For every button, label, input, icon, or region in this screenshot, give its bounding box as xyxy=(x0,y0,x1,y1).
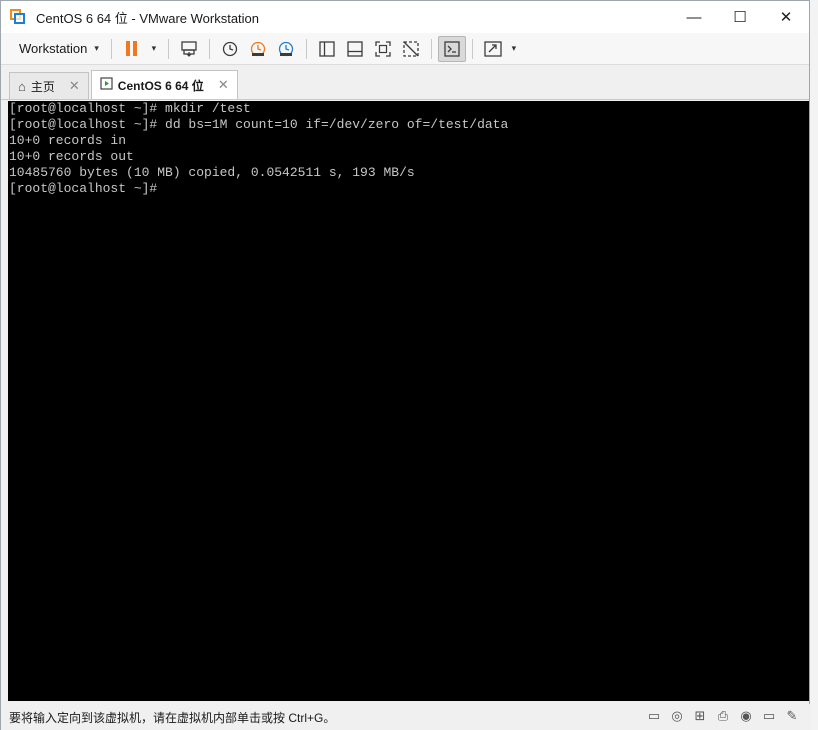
revert-clock-icon xyxy=(250,41,266,56)
console-line: [root@localhost ~]# xyxy=(9,181,158,196)
pause-button[interactable] xyxy=(118,36,146,62)
console-line: 10+0 records out xyxy=(9,149,134,164)
vm-icon xyxy=(100,77,113,93)
tab-label: 主页 xyxy=(30,79,55,94)
full-screen-button[interactable] xyxy=(369,36,397,62)
snapshot-clock-icon xyxy=(222,41,238,56)
home-icon: ⌂ xyxy=(18,78,26,94)
snapshot-manager-icon xyxy=(278,41,294,56)
console-line: 10+0 records in xyxy=(9,133,127,148)
stretch-guest-button[interactable] xyxy=(479,36,507,62)
device-status-icons: ▭ ◎ ⊞ ⎙ ◉ ▭ ✎ xyxy=(645,708,801,724)
chevron-down-icon: ▾ xyxy=(151,43,157,53)
workstation-menu-button[interactable]: Workstation ▾ xyxy=(11,36,105,62)
printer-icon[interactable]: ⎙ xyxy=(714,708,732,724)
display-icon[interactable]: ▭ xyxy=(760,708,778,724)
full-screen-icon xyxy=(375,40,391,57)
unity-icon xyxy=(403,40,419,57)
power-options-dropdown[interactable]: ▾ xyxy=(146,36,162,62)
show-library-button[interactable] xyxy=(313,36,341,62)
console-line: 10485760 bytes (10 MB) copied, 0.0542511… xyxy=(9,165,415,180)
window-title: CentOS 6 64 位 - VMware Workstation xyxy=(36,10,260,26)
toolbar-divider xyxy=(208,38,210,59)
maximize-button[interactable]: ☐ xyxy=(717,1,763,33)
network-icon[interactable]: ⊞ xyxy=(691,708,709,724)
toolbar-divider xyxy=(305,38,307,59)
desktop-background xyxy=(809,0,818,730)
toolbar-divider xyxy=(167,38,169,59)
chevron-down-icon: ▾ xyxy=(511,43,517,53)
toolbar-divider xyxy=(471,38,473,59)
minimize-button[interactable]: — xyxy=(671,1,717,33)
close-icon[interactable]: ✕ xyxy=(218,77,229,93)
sound-icon[interactable]: ◉ xyxy=(737,708,755,724)
pause-icon xyxy=(126,41,138,56)
revert-snapshot-button[interactable] xyxy=(244,36,272,62)
workstation-menu-label: Workstation xyxy=(19,41,88,56)
bottom-bar-layout-icon xyxy=(347,40,363,57)
vmware-app-icon xyxy=(10,9,26,25)
unity-button[interactable] xyxy=(397,36,425,62)
console-line: [root@localhost ~]# dd bs=1M count=10 if… xyxy=(9,117,509,132)
status-message: 要将输入定向到该虚拟机，请在虚拟机内部单击或按 Ctrl+G。 xyxy=(9,710,336,725)
toolbar-divider xyxy=(430,38,432,59)
sidebar-layout-icon xyxy=(319,40,335,57)
stretch-options-dropdown[interactable]: ▾ xyxy=(507,36,521,62)
message-icon[interactable]: ✎ xyxy=(783,708,801,724)
chevron-down-icon: ▾ xyxy=(94,43,99,53)
tab-home[interactable]: ⌂ 主页 ✕ xyxy=(9,72,89,99)
snapshot-manager-button[interactable] xyxy=(272,36,300,62)
terminal-icon xyxy=(444,40,460,57)
hard-disk-icon[interactable]: ▭ xyxy=(645,708,663,724)
toolbar: Workstation ▾ ▾ ▾ xyxy=(1,33,809,65)
console-view-button[interactable] xyxy=(437,35,466,62)
toolbar-divider xyxy=(110,38,112,59)
stretch-icon xyxy=(484,40,502,57)
show-thumbnail-bar-button[interactable] xyxy=(341,36,369,62)
vm-console[interactable]: [root@localhost ~]# mkdir /test [root@lo… xyxy=(8,101,809,701)
title-bar[interactable]: CentOS 6 64 位 - VMware Workstation — ☐ ✕ xyxy=(1,1,809,33)
tab-centos-vm[interactable]: CentOS 6 64 位 ✕ xyxy=(90,70,238,99)
status-bar: 要将输入定向到该虚拟机，请在虚拟机内部单击或按 Ctrl+G。 ▭ ◎ ⊞ ⎙ … xyxy=(1,704,811,730)
console-line: [root@localhost ~]# mkdir /test xyxy=(9,101,251,116)
cd-dvd-icon[interactable]: ◎ xyxy=(668,708,686,724)
close-button[interactable]: ✕ xyxy=(763,1,809,33)
take-snapshot-button[interactable] xyxy=(216,36,244,62)
close-icon[interactable]: ✕ xyxy=(69,78,80,94)
tab-bar: ⌂ 主页 ✕ CentOS 6 64 位 ✕ xyxy=(1,65,809,100)
send-keys-icon xyxy=(181,40,197,57)
send-ctrl-alt-del-button[interactable] xyxy=(175,36,203,62)
tab-label: CentOS 6 64 位 xyxy=(117,78,204,93)
